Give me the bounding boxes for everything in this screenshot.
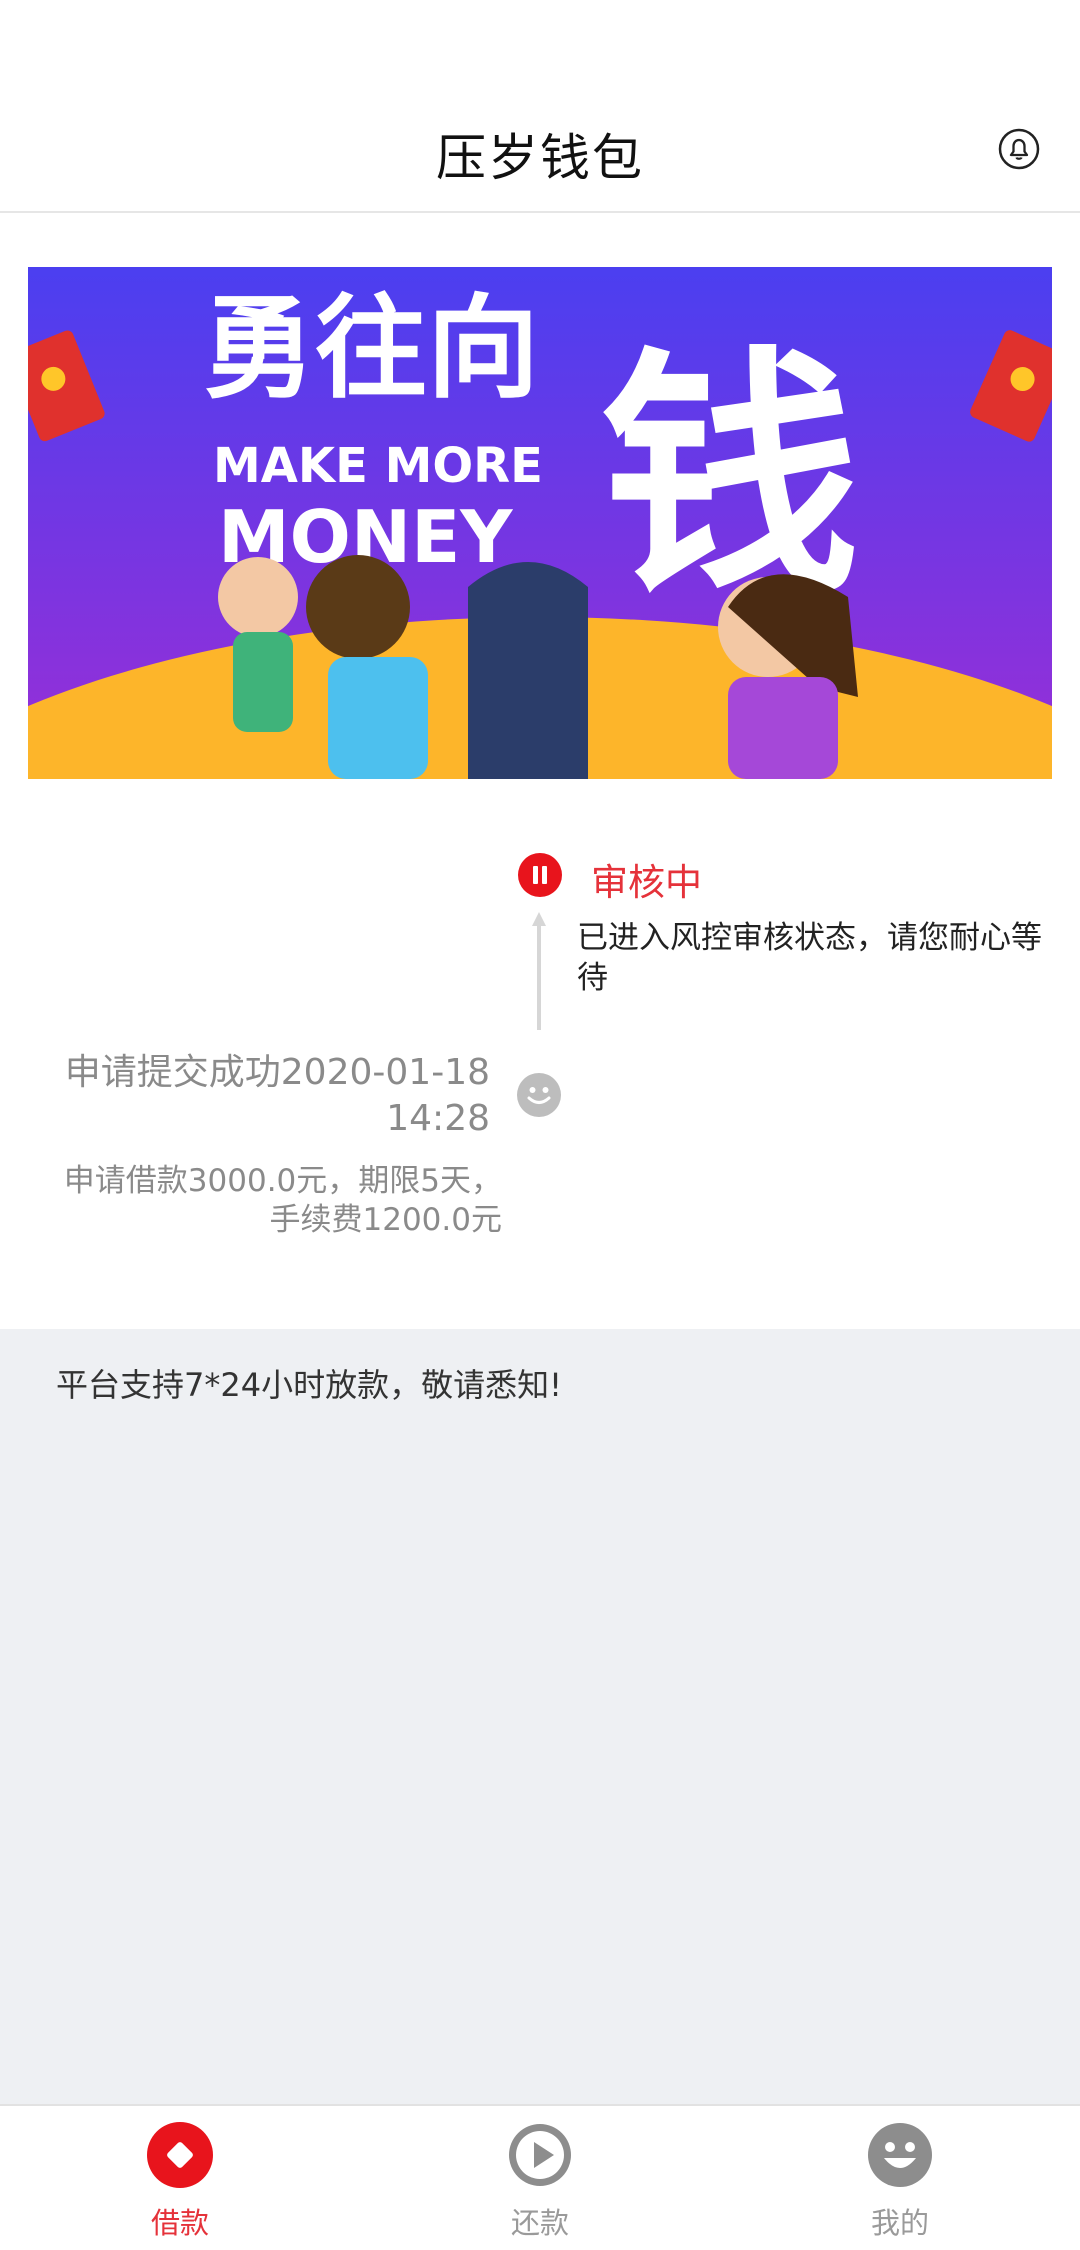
status-title: 审核中: [591, 861, 702, 904]
tab-borrow[interactable]: 借款: [0, 2104, 360, 2248]
tab-repay-label: 还款: [510, 2206, 569, 2240]
page-title: 压岁钱包: [436, 129, 644, 187]
status-description: 已进入风控审核状态，请您耐心等待: [577, 920, 1042, 996]
submitted-desc-line2: 手续费1200.0元: [269, 1202, 502, 1238]
submitted-time: 14:28: [386, 1098, 490, 1139]
tab-borrow-label: 借款: [150, 2206, 209, 2240]
submitted-description: 申请借款3000.0元，期限5天， 手续费1200.0元: [20, 1162, 502, 1240]
bell-icon[interactable]: [998, 128, 1040, 170]
smile-icon: [867, 2122, 933, 2188]
notice-area: [0, 1329, 1080, 2104]
promo-banner[interactable]: 勇往向 MAKE MORE MONEY 钱: [28, 267, 1052, 779]
tab-mine[interactable]: 我的: [720, 2104, 1080, 2248]
submitted-title: 申请提交成功2020-01-18 14:28: [30, 1050, 490, 1142]
smile-icon: [517, 1073, 561, 1117]
submitted-desc-line1: 申请借款3000.0元，期限5天，: [63, 1163, 502, 1199]
submitted-title-line1: 申请提交成功2020-01-18: [64, 1052, 490, 1093]
banner-headline-cn: 勇往向: [203, 284, 539, 414]
play-icon: [507, 2122, 573, 2188]
banner-headline-en-1: MAKE MORE: [213, 438, 543, 494]
tab-mine-label: 我的: [870, 2206, 929, 2240]
notice-text: 平台支持7*24小时放款，敬请悉知!: [56, 1366, 562, 1404]
diamond-icon: [147, 2122, 213, 2188]
timeline-connector: [537, 918, 541, 1030]
timeline-arrow: [532, 912, 546, 926]
pause-icon: [518, 853, 562, 897]
tab-repay[interactable]: 还款: [360, 2104, 720, 2248]
